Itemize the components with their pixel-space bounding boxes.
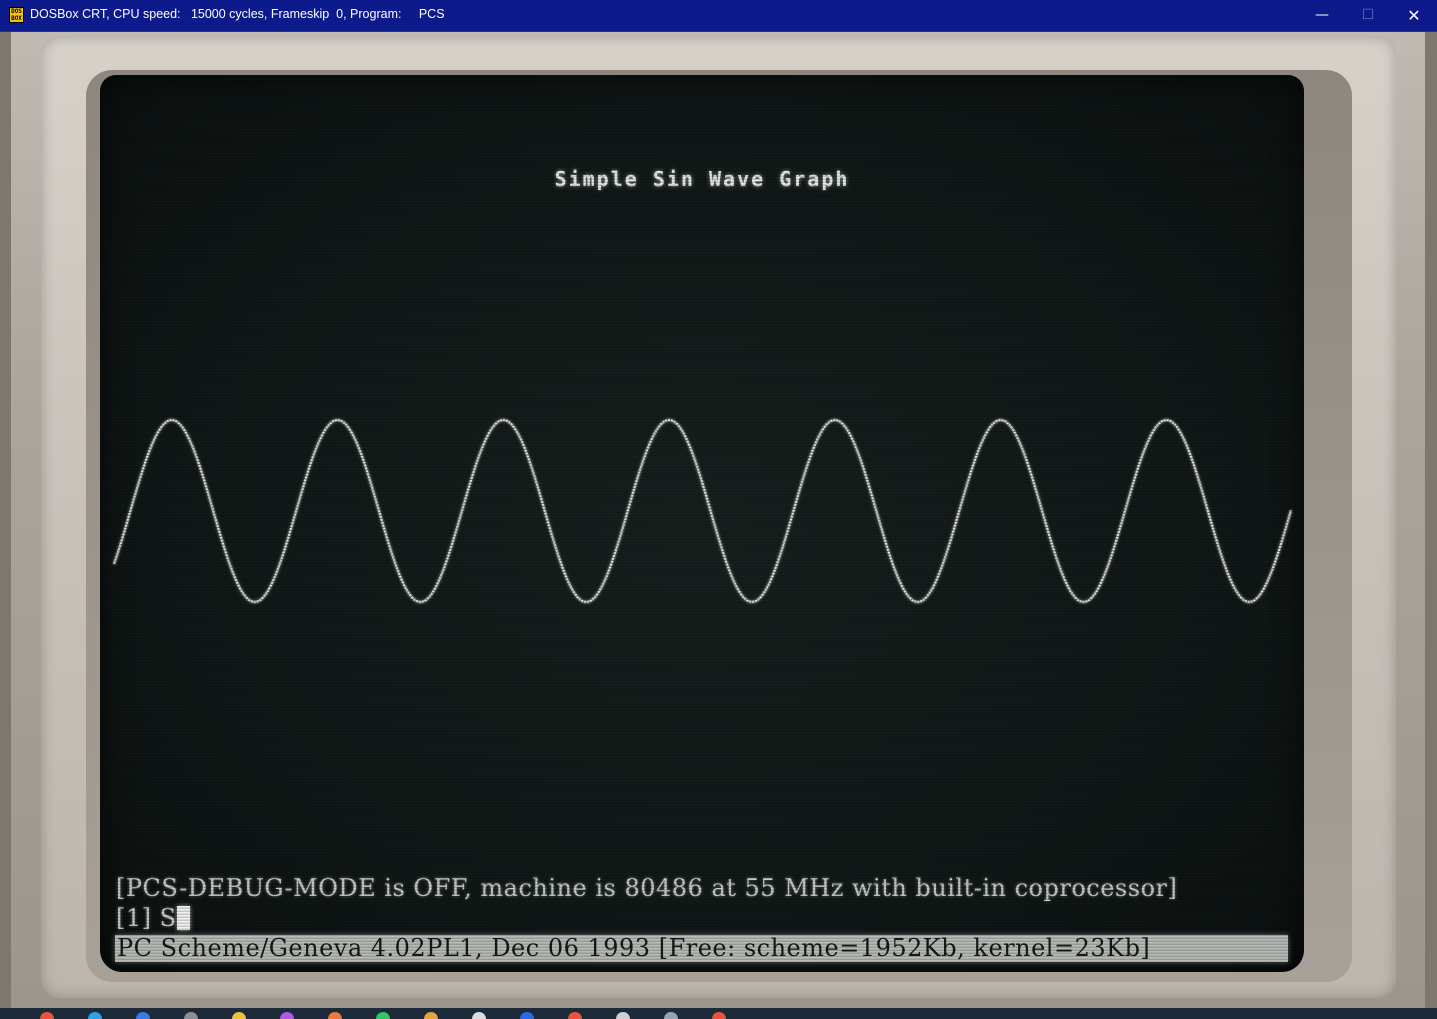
window-title: DOSBox CRT, CPU speed: 15000 cycles, Fra…	[30, 7, 445, 21]
crt-screen[interactable]: Simple Sin Wave Graph [PCS-DEBUG-MODE is…	[100, 75, 1304, 972]
search-icon[interactable]	[664, 1012, 678, 1019]
dosbox-window: DOS BOX DOSBox CRT, CPU speed: 15000 cyc…	[0, 0, 1437, 1019]
media-icon[interactable]	[280, 1012, 294, 1019]
edge-icon[interactable]	[88, 1012, 102, 1019]
title-bar[interactable]: DOS BOX DOSBox CRT, CPU speed: 15000 cyc…	[0, 0, 1437, 32]
dosbox-icon[interactable]	[424, 1012, 438, 1019]
settings-icon[interactable]	[616, 1012, 630, 1019]
terminal-icon[interactable]	[184, 1012, 198, 1019]
text-cursor	[176, 906, 190, 930]
store-icon[interactable]	[520, 1012, 534, 1019]
sine-wave-line	[112, 418, 1293, 604]
music-icon[interactable]	[712, 1012, 726, 1019]
minimize-button[interactable]: —	[1299, 0, 1345, 31]
status-text: PC Scheme/Geneva 4.02PL1, Dec 06 1993 [F…	[117, 934, 1151, 962]
spotify-icon[interactable]	[376, 1012, 390, 1019]
firefox-icon[interactable]	[328, 1012, 342, 1019]
crt-bezel-outer: Simple Sin Wave Graph [PCS-DEBUG-MODE is…	[11, 32, 1425, 1008]
paint-icon[interactable]	[568, 1012, 582, 1019]
chrome-icon[interactable]	[40, 1012, 54, 1019]
title-program: PCS	[418, 7, 445, 21]
status-bar: PC Scheme/Geneva 4.02PL1, Dec 06 1993 [F…	[115, 934, 1288, 962]
sine-wave-chart	[112, 418, 1293, 604]
title-cycles: 15000 cycles, Frameskip 0, Program:	[190, 7, 402, 21]
mail-icon[interactable]	[136, 1012, 150, 1019]
close-button[interactable]: ✕	[1391, 0, 1437, 31]
folder-icon[interactable]	[232, 1012, 246, 1019]
title-app: DOSBox CRT, CPU speed:	[30, 7, 181, 21]
console-debug-line: [PCS-DEBUG-MODE is OFF, machine is 80486…	[116, 874, 1178, 902]
prompt-text: [1] S	[116, 904, 177, 932]
notes-icon[interactable]	[472, 1012, 486, 1019]
taskbar	[0, 1008, 1437, 1019]
maximize-button[interactable]: ☐	[1345, 0, 1391, 31]
dosbox-app-icon[interactable]: DOS BOX	[9, 7, 24, 23]
console-prompt-line[interactable]: [1] S	[116, 904, 190, 932]
